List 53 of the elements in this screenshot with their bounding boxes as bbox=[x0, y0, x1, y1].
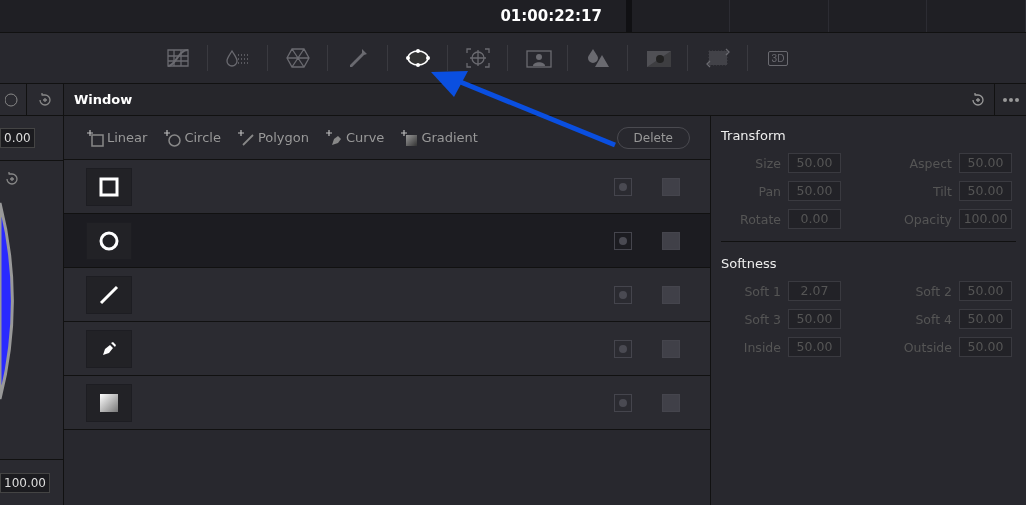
invert-toggle[interactable] bbox=[614, 393, 632, 412]
ellipse-icon bbox=[404, 48, 431, 68]
dot-icon bbox=[619, 398, 627, 407]
more-icon bbox=[1002, 97, 1019, 102]
reset-icon bbox=[970, 91, 986, 108]
invert-toggle[interactable] bbox=[614, 285, 632, 304]
reset-icon bbox=[4, 171, 20, 187]
add-window-button[interactable]: Circle bbox=[163, 128, 221, 147]
add-pen-icon bbox=[325, 128, 343, 147]
value-field[interactable]: 100.00 bbox=[0, 472, 50, 493]
3d-icon: 3D bbox=[767, 50, 789, 66]
window-row[interactable] bbox=[64, 214, 710, 268]
splitter-bar[interactable] bbox=[625, 0, 632, 32]
dot-icon bbox=[619, 236, 627, 245]
invert-toggle[interactable] bbox=[614, 231, 632, 250]
invert-toggle[interactable] bbox=[614, 177, 632, 196]
circle-icon bbox=[99, 230, 119, 251]
dot-icon bbox=[619, 344, 627, 353]
hexagon-icon bbox=[285, 47, 310, 69]
section-title: Transform bbox=[721, 128, 787, 143]
mask-toggle[interactable] bbox=[662, 393, 680, 412]
invert-toggle[interactable] bbox=[614, 339, 632, 358]
mask-toggle[interactable] bbox=[662, 177, 680, 196]
mask-toggle[interactable] bbox=[662, 231, 680, 250]
square-icon bbox=[99, 176, 119, 197]
log-wheel-icon bbox=[5, 91, 21, 108]
threed-tool-button[interactable]: 3D bbox=[748, 45, 808, 71]
add-window-button[interactable]: Curve bbox=[325, 128, 385, 147]
add-window-button[interactable]: Linear bbox=[86, 128, 148, 147]
reset-icon bbox=[37, 91, 53, 108]
crosshair-icon bbox=[465, 48, 490, 68]
gradient-square-icon bbox=[99, 392, 119, 413]
pen-nib-icon bbox=[101, 340, 117, 357]
add-gradient-icon bbox=[400, 128, 419, 147]
curves-icon bbox=[165, 48, 190, 68]
timecode: 01:00:22:17 bbox=[500, 7, 602, 25]
section-title: Softness bbox=[721, 256, 778, 271]
add-circle-icon bbox=[163, 128, 182, 147]
dot-icon bbox=[619, 182, 627, 191]
add-square-icon bbox=[86, 128, 104, 147]
add-line-icon bbox=[236, 128, 255, 147]
line-icon bbox=[99, 284, 119, 305]
eyedropper-icon bbox=[347, 48, 368, 68]
add-window-button[interactable]: Polygon bbox=[236, 128, 309, 147]
mask-toggle[interactable] bbox=[662, 285, 680, 304]
drop-triangle-icon bbox=[585, 48, 610, 68]
mask-toggle[interactable] bbox=[662, 339, 680, 358]
value-field[interactable]: 0.00 bbox=[0, 128, 35, 148]
add-window-button[interactable]: Gradient bbox=[400, 128, 478, 147]
panel-title: Window bbox=[73, 92, 134, 107]
droplet-icon bbox=[224, 49, 251, 67]
picture-icon bbox=[523, 48, 552, 68]
dot-icon bbox=[619, 290, 627, 299]
